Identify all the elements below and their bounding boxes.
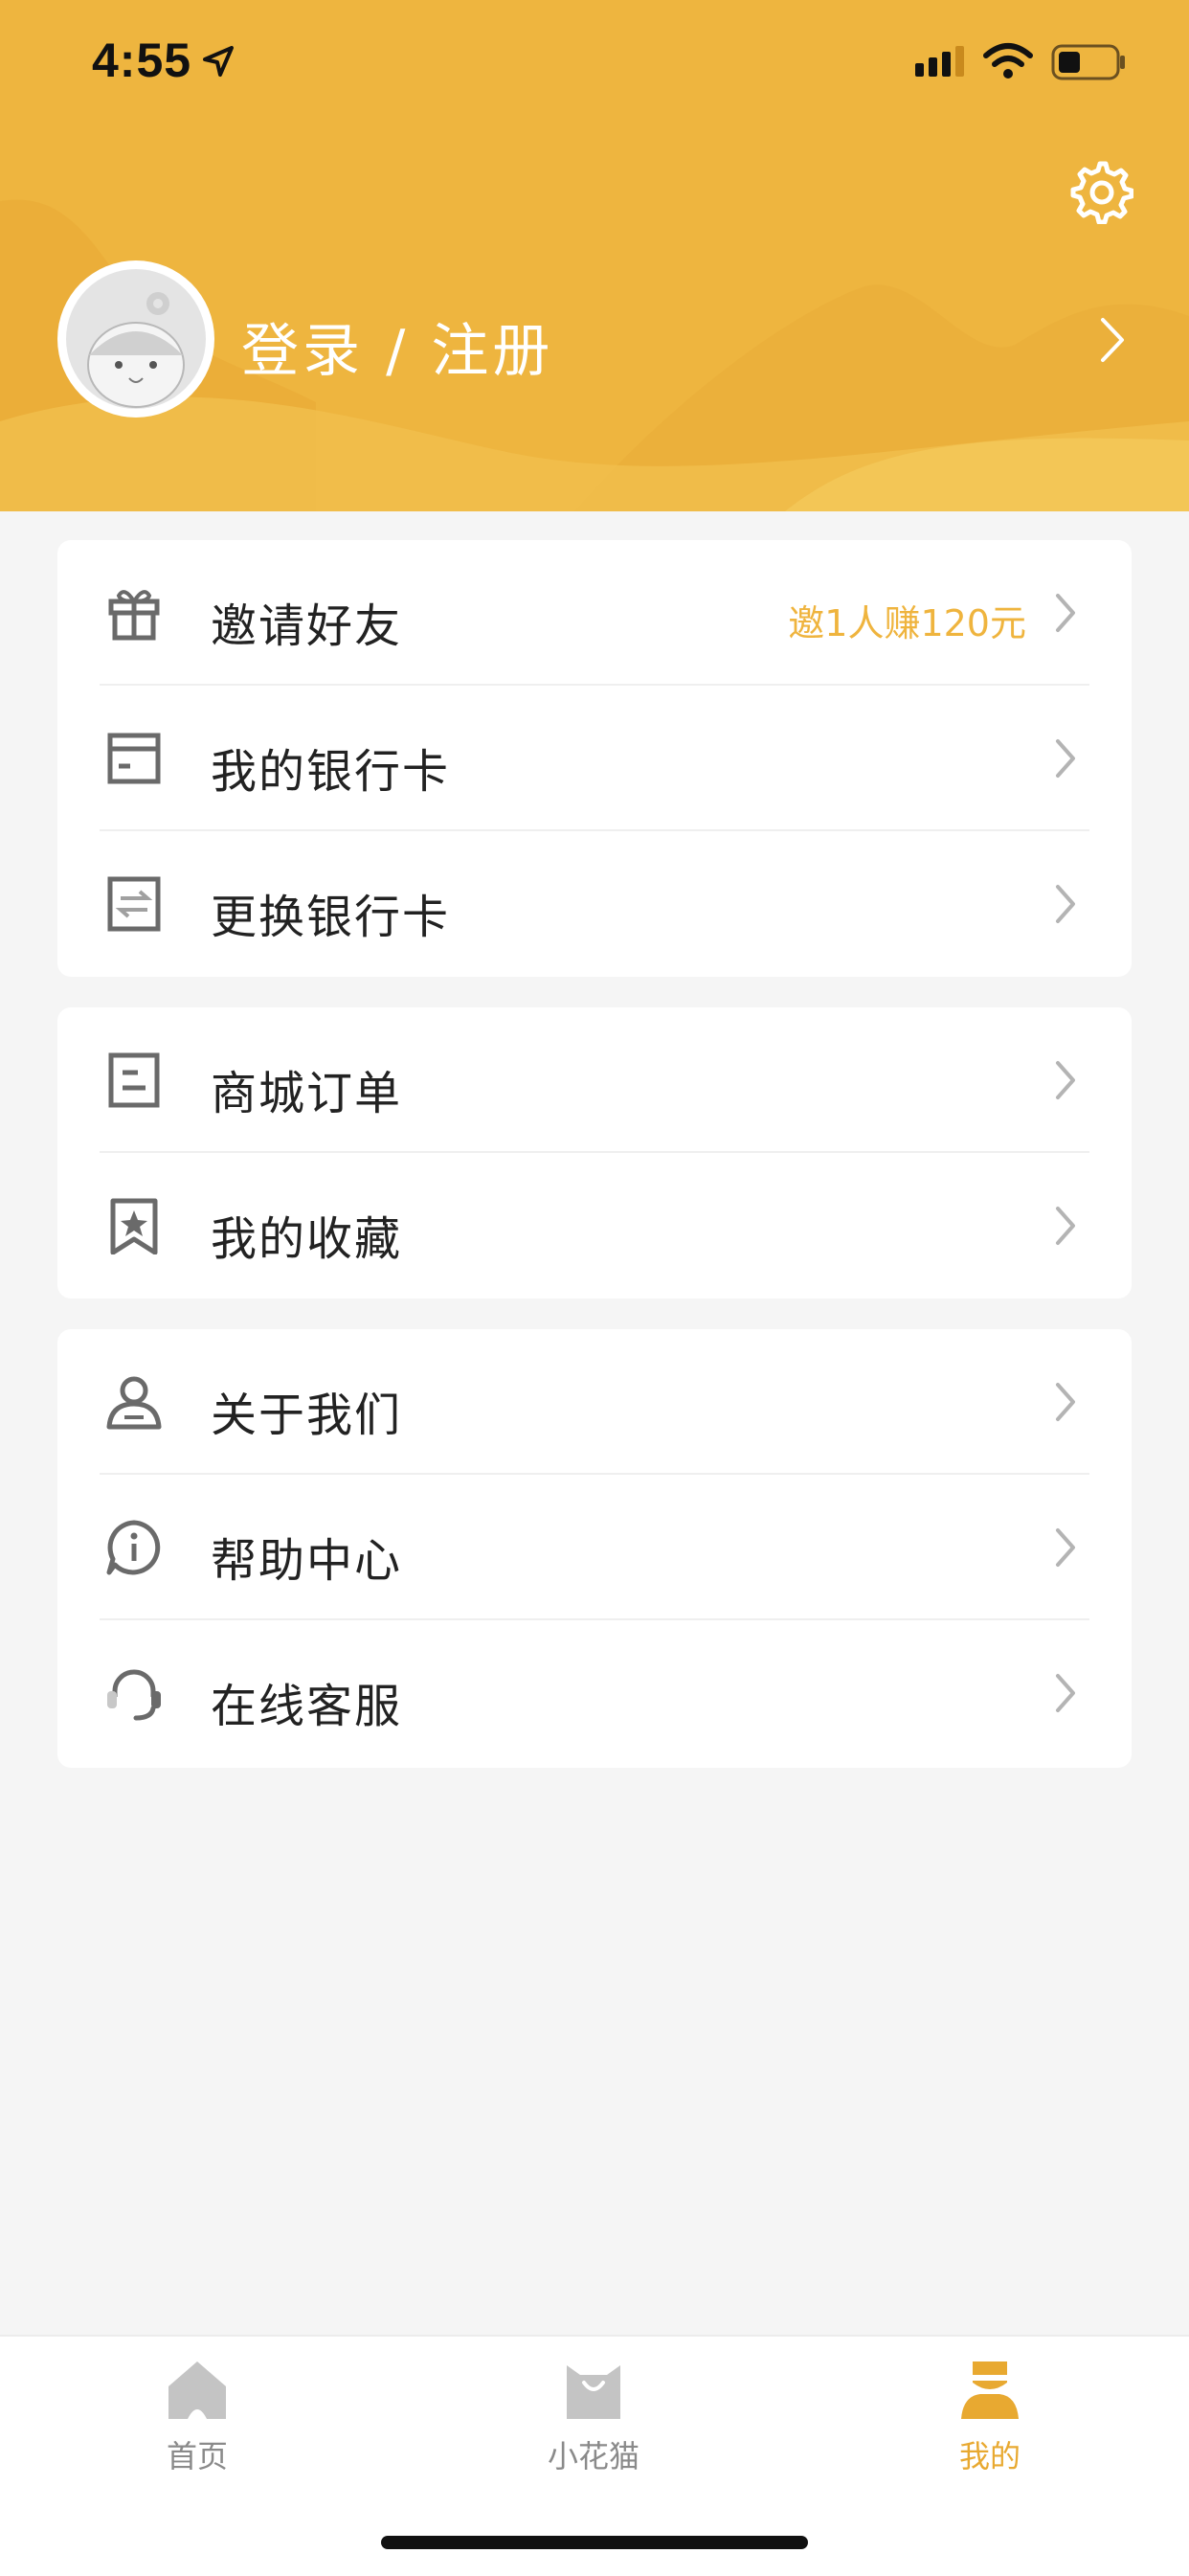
menu-item-about-us[interactable]: 关于我们 [57, 1329, 1132, 1475]
menu-card-account: 邀请好友 邀1人赚120元 我的银行卡 更换银行卡 [57, 540, 1132, 977]
menu-item-help-center[interactable]: 帮助中心 [57, 1475, 1132, 1620]
gift-icon [108, 590, 160, 641]
chevron-right-icon [1056, 1674, 1075, 1712]
battery-icon [1051, 44, 1125, 80]
tab-home[interactable]: 首页 [101, 2337, 293, 2509]
menu-item-label: 在线客服 [211, 1680, 403, 1733]
chevron-right-icon [1056, 1061, 1075, 1099]
tab-label: 小花猫 [547, 2438, 639, 2474]
menu-card-support: 关于我们 帮助中心 在线客服 [57, 1329, 1132, 1768]
invite-reward-text: 邀1人赚120元 [788, 602, 1026, 644]
menu-item-label: 关于我们 [211, 1389, 403, 1442]
info-chat-icon [106, 1520, 161, 1575]
bank-card-icon [107, 733, 161, 784]
tab-label: 首页 [166, 2438, 228, 2474]
order-icon [108, 1052, 160, 1108]
wifi-icon [983, 43, 1033, 79]
chevron-right-icon [1056, 1528, 1075, 1567]
menu-item-label: 更换银行卡 [211, 891, 451, 944]
chevron-right-icon [1056, 739, 1075, 778]
menu-item-my-favorites[interactable]: 我的收藏 [57, 1153, 1132, 1299]
cat-avatar-icon [87, 292, 185, 408]
profile-icon [961, 2361, 1019, 2419]
status-time: 4:55 [92, 34, 192, 87]
signal-icon [915, 46, 964, 77]
menu-item-label: 我的收藏 [211, 1212, 403, 1266]
chevron-right-icon [1056, 1207, 1075, 1245]
menu-item-my-bank-card[interactable]: 我的银行卡 [57, 686, 1132, 831]
headset-icon [107, 1669, 161, 1721]
home-icon [168, 2361, 226, 2419]
chevron-right-icon[interactable] [1097, 316, 1126, 364]
menu-item-online-service[interactable]: 在线客服 [57, 1620, 1132, 1766]
menu-item-invite-friends[interactable]: 邀请好友 邀1人赚120元 [57, 540, 1132, 686]
bookmark-star-icon [110, 1198, 158, 1254]
chevron-right-icon [1056, 594, 1075, 632]
tab-label: 我的 [958, 2438, 1021, 2474]
menu-item-label: 帮助中心 [211, 1534, 403, 1588]
shop-bag-icon [567, 2365, 620, 2419]
tab-xiaohuamao[interactable]: 小花猫 [498, 2337, 689, 2509]
avatar[interactable] [57, 260, 214, 418]
menu-item-label: 商城订单 [211, 1067, 403, 1120]
menu-item-label: 我的银行卡 [211, 745, 451, 799]
home-indicator [381, 2536, 808, 2549]
chevron-right-icon [1056, 885, 1075, 923]
menu-card-shopping: 商城订单 我的收藏 [57, 1007, 1132, 1299]
gear-icon[interactable] [1070, 161, 1133, 224]
tab-mine[interactable]: 我的 [894, 2337, 1086, 2509]
menu-item-label: 邀请好友 [211, 599, 403, 653]
swap-card-icon [107, 876, 161, 932]
login-register-link[interactable]: 登录 / 注册 [241, 305, 553, 388]
location-arrow-icon [203, 46, 234, 77]
menu-item-mall-orders[interactable]: 商城订单 [57, 1007, 1132, 1153]
profile-header: 4:55 登录 / 注册 [0, 0, 1189, 511]
user-icon [106, 1376, 162, 1430]
chevron-right-icon [1056, 1383, 1075, 1421]
menu-item-change-bank-card[interactable]: 更换银行卡 [57, 831, 1132, 977]
